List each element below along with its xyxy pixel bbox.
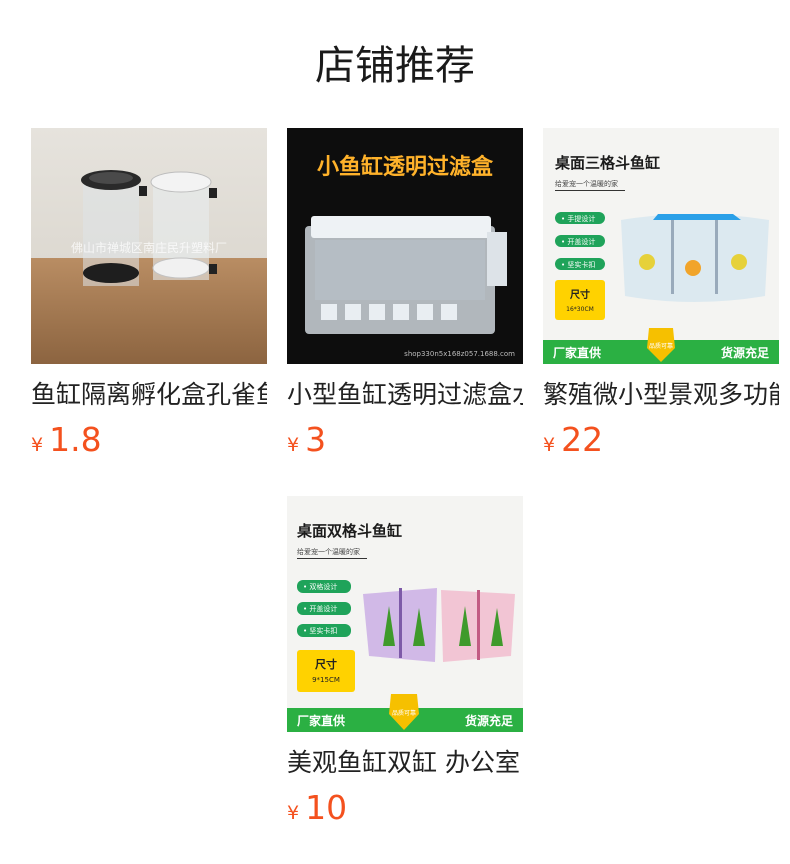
svg-text:厂家直供: 厂家直供 <box>297 713 345 728</box>
price-value: 1.8 <box>49 420 102 459</box>
svg-text:货源充足: 货源充足 <box>721 345 769 360</box>
product-price: ¥1.8 <box>31 418 267 462</box>
svg-text:• 坚实卡扣: • 坚实卡扣 <box>561 260 595 269</box>
currency-symbol: ¥ <box>287 802 300 824</box>
svg-text:• 双格设计: • 双格设计 <box>303 582 337 591</box>
svg-text:尺寸: 尺寸 <box>570 288 590 301</box>
product-card[interactable]: 桌面双格斗鱼缸 给爱宠一个温暖的家 • 双格设计 • 开盖设计 • 坚实卡扣 尺… <box>287 496 523 830</box>
svg-text:• 开盖设计: • 开盖设计 <box>561 237 595 246</box>
image-banner: 小鱼缸透明过滤盒 <box>317 154 494 180</box>
svg-text:货源充足: 货源充足 <box>465 713 513 728</box>
product-image[interactable]: 佛山市禅城区南庄民升塑料厂 <box>31 128 267 364</box>
product-image[interactable]: 桌面三格斗鱼缸 给爱宠一个温暖的家 • 手提设计 • 开盖设计 • 坚实卡扣 尺… <box>543 128 779 364</box>
product-card[interactable]: 佛山市禅城区南庄民升塑料厂 鱼缸隔离孵化盒孔雀鱼 ¥1.8 <box>31 128 267 462</box>
product-price: ¥10 <box>287 786 523 830</box>
image-watermark: 佛山市禅城区南庄民升塑料厂 <box>71 240 227 255</box>
svg-text:品质可靠: 品质可靠 <box>649 342 673 350</box>
image-title: 桌面三格斗鱼缸 <box>554 154 660 172</box>
svg-text:品质可靠: 品质可靠 <box>392 709 416 717</box>
product-name[interactable]: 鱼缸隔离孵化盒孔雀鱼 <box>31 378 267 412</box>
product-card[interactable]: 小鱼缸透明过滤盒 shop330n5x168z057.1688.com 小型鱼缸… <box>287 128 523 462</box>
price-value: 22 <box>561 420 604 459</box>
svg-text:给爱宠一个温暖的家: 给爱宠一个温暖的家 <box>297 547 360 556</box>
svg-text:9*15CM: 9*15CM <box>312 676 340 684</box>
svg-text:16*30CM: 16*30CM <box>566 306 594 313</box>
product-price: ¥3 <box>287 418 523 462</box>
currency-symbol: ¥ <box>31 434 44 456</box>
currency-symbol: ¥ <box>287 434 300 456</box>
svg-text:• 坚实卡扣: • 坚实卡扣 <box>303 626 337 635</box>
product-name[interactable]: 小型鱼缸透明过滤盒水 <box>287 378 523 412</box>
price-value: 10 <box>305 788 348 827</box>
svg-text:尺寸: 尺寸 <box>315 657 337 671</box>
svg-text:• 开盖设计: • 开盖设计 <box>303 604 337 613</box>
section-title: 店铺推荐 <box>315 43 475 89</box>
image-caption: shop330n5x168z057.1688.com <box>404 350 515 358</box>
svg-text:厂家直供: 厂家直供 <box>553 345 601 360</box>
price-value: 3 <box>305 420 327 459</box>
product-image[interactable]: 桌面双格斗鱼缸 给爱宠一个温暖的家 • 双格设计 • 开盖设计 • 坚实卡扣 尺… <box>287 496 523 732</box>
svg-text:桌面双格斗鱼缸: 桌面双格斗鱼缸 <box>296 522 402 540</box>
product-name[interactable]: 美观鱼缸双缸 办公室 <box>287 746 523 780</box>
product-price: ¥22 <box>543 418 779 462</box>
image-subtitle: 给爱宠一个温暖的家 <box>555 179 618 188</box>
product-card[interactable]: 桌面三格斗鱼缸 给爱宠一个温暖的家 • 手提设计 • 开盖设计 • 坚实卡扣 尺… <box>543 128 779 462</box>
svg-text:• 手提设计: • 手提设计 <box>561 214 595 223</box>
product-name[interactable]: 繁殖微小型景观多功能 <box>543 378 779 412</box>
product-image[interactable]: 小鱼缸透明过滤盒 shop330n5x168z057.1688.com <box>287 128 523 364</box>
currency-symbol: ¥ <box>543 434 556 456</box>
shop-recommend-page: 店铺推荐 佛山市禅城区南庄民升塑料厂 鱼缸隔离孵化盒孔雀鱼 ¥ 1.8 小鱼缸透… <box>0 0 790 864</box>
